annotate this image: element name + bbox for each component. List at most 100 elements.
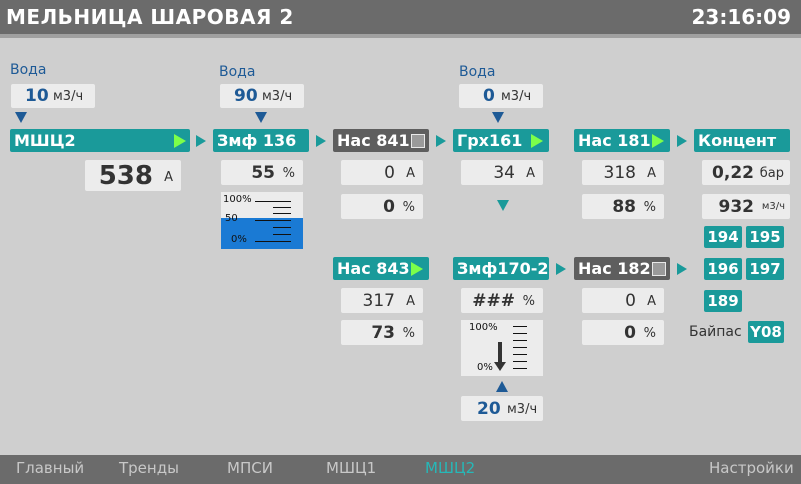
grx161-current-unit: А bbox=[526, 166, 535, 181]
mshc2-current-unit: А bbox=[164, 170, 173, 185]
zmf136-level: 55 % bbox=[221, 160, 303, 185]
tag-196[interactable]: 196 bbox=[704, 258, 742, 280]
header-bar: МЕЛЬНИЦА ШАРОВАЯ 2 23:16:09 bbox=[0, 0, 801, 34]
mshc2-current-value: 538 bbox=[98, 161, 153, 191]
zmf170-flow[interactable]: 20 м3/ч bbox=[461, 396, 543, 421]
nas182-current: 0 А bbox=[582, 288, 664, 313]
tag-y08[interactable]: Y08 bbox=[748, 321, 784, 343]
arrow-up-icon bbox=[496, 381, 508, 392]
nas841-percent-value: 0 bbox=[383, 197, 395, 217]
device-zmf136-name: Змф 136 bbox=[217, 131, 297, 150]
device-koncent[interactable]: Концент bbox=[694, 129, 790, 152]
nav-trends[interactable]: Тренды bbox=[119, 459, 179, 477]
nas181-current: 318 А bbox=[582, 160, 664, 185]
koncent-flow-unit: м3/ч bbox=[761, 201, 785, 212]
device-nas181-name: Нас 181 bbox=[578, 131, 651, 150]
tank-tick bbox=[273, 227, 291, 228]
nav-settings[interactable]: Настройки bbox=[709, 459, 794, 477]
arrow-down-icon bbox=[15, 112, 27, 123]
tag-189[interactable]: 189 bbox=[704, 290, 742, 312]
flow-arrow-icon bbox=[196, 135, 206, 147]
koncent-flow-value: 932 bbox=[718, 197, 755, 217]
device-zmf170-name: Змф170-2 bbox=[457, 259, 549, 278]
tank-tick bbox=[273, 207, 291, 208]
arrow-down-icon bbox=[492, 112, 504, 123]
bypass-label: Байпас bbox=[689, 324, 742, 340]
device-nas182[interactable]: Нас 182 bbox=[574, 257, 670, 280]
tank-tick bbox=[513, 368, 527, 369]
tank-scale-top: 100% bbox=[223, 194, 252, 205]
nas182-percent-value: 0 bbox=[624, 323, 636, 343]
device-nas182-name: Нас 182 bbox=[578, 259, 651, 278]
header-divider bbox=[0, 34, 801, 38]
tank-scale-mid: 50 bbox=[225, 213, 238, 224]
no-data-arrow-head-icon bbox=[494, 362, 506, 371]
arrow-down-icon bbox=[497, 200, 509, 211]
nas841-percent-unit: % bbox=[402, 200, 415, 215]
tag-194[interactable]: 194 bbox=[704, 226, 742, 248]
device-nas181[interactable]: Нас 181 bbox=[574, 129, 670, 152]
nas182-current-unit: А bbox=[647, 294, 656, 309]
nav-main[interactable]: Главный bbox=[16, 459, 84, 477]
koncent-pressure-value: 0,22 bbox=[712, 163, 754, 183]
water-flow-2-value: 90 bbox=[234, 86, 258, 106]
water-flow-1-value: 10 bbox=[25, 86, 49, 106]
nas182-percent-unit: % bbox=[643, 326, 656, 341]
zmf170-level: ### % bbox=[461, 288, 543, 313]
nas843-current-unit: А bbox=[406, 294, 415, 309]
water-flow-1-unit: м3/ч bbox=[53, 89, 84, 104]
nas841-current-unit: А bbox=[406, 166, 415, 181]
nas181-current-value: 318 bbox=[603, 163, 636, 183]
nav-mshc2[interactable]: МШЦ2 bbox=[425, 459, 475, 477]
mshc2-current: 538 А bbox=[85, 160, 181, 191]
run-status-icon bbox=[174, 134, 186, 148]
tag-197[interactable]: 197 bbox=[746, 258, 784, 280]
device-nas841[interactable]: Нас 841 bbox=[333, 129, 429, 152]
no-data-arrow-icon bbox=[498, 342, 502, 362]
device-mshc2[interactable]: МШЦ2 bbox=[10, 129, 190, 152]
tank-tick bbox=[255, 241, 291, 242]
grx161-current-value: 34 bbox=[493, 163, 515, 183]
zmf136-level-value: 55 bbox=[251, 163, 275, 183]
device-zmf170[interactable]: Змф170-2 bbox=[453, 257, 549, 280]
nas181-current-unit: А bbox=[647, 166, 656, 181]
nav-mshc1[interactable]: МШЦ1 bbox=[326, 459, 376, 477]
tag-195[interactable]: 195 bbox=[746, 226, 784, 248]
flow-arrow-icon bbox=[316, 135, 326, 147]
nas181-percent-value: 88 bbox=[612, 197, 636, 217]
tank-tick bbox=[513, 340, 527, 341]
nas181-percent: 88 % bbox=[582, 194, 664, 219]
nas841-current: 0 А bbox=[341, 160, 423, 185]
device-zmf136[interactable]: Змф 136 bbox=[213, 129, 309, 152]
tank-tick bbox=[255, 220, 291, 221]
tank-tick bbox=[513, 333, 527, 334]
flow-arrow-icon bbox=[677, 135, 687, 147]
koncent-pressure-unit: бар bbox=[759, 166, 784, 181]
flow-arrow-icon bbox=[436, 135, 446, 147]
water-label-2: Вода bbox=[219, 64, 256, 80]
nas841-current-value: 0 bbox=[384, 163, 395, 183]
device-grx161-name: Грх161 bbox=[457, 131, 523, 150]
water-flow-3-value: 0 bbox=[483, 86, 495, 106]
koncent-pressure: 0,22 бар bbox=[702, 160, 790, 185]
device-nas843[interactable]: Нас 843 bbox=[333, 257, 429, 280]
water-flow-3[interactable]: 0 м3/ч bbox=[459, 84, 543, 108]
run-status-icon bbox=[531, 134, 543, 148]
device-nas843-name: Нас 843 bbox=[337, 259, 410, 278]
run-status-icon bbox=[652, 134, 664, 148]
nav-mpsi[interactable]: МПСИ bbox=[227, 459, 273, 477]
nas843-percent-value: 73 bbox=[371, 323, 395, 343]
tank-scale-top: 100% bbox=[469, 322, 498, 333]
nas843-current: 317 А bbox=[341, 288, 423, 313]
zmf170-level-value: ### bbox=[472, 291, 515, 311]
tank-tick bbox=[255, 201, 291, 202]
water-flow-2[interactable]: 90 м3/ч bbox=[220, 84, 304, 108]
nas843-percent-unit: % bbox=[402, 326, 415, 341]
water-flow-1[interactable]: 10 м3/ч bbox=[11, 84, 95, 108]
device-grx161[interactable]: Грх161 bbox=[453, 129, 549, 152]
water-flow-3-unit: м3/ч bbox=[501, 89, 532, 104]
zmf170-level-unit: % bbox=[522, 294, 535, 309]
nas841-percent: 0 % bbox=[341, 194, 423, 219]
grx161-current: 34 А bbox=[461, 160, 543, 185]
nas182-current-value: 0 bbox=[625, 291, 636, 311]
